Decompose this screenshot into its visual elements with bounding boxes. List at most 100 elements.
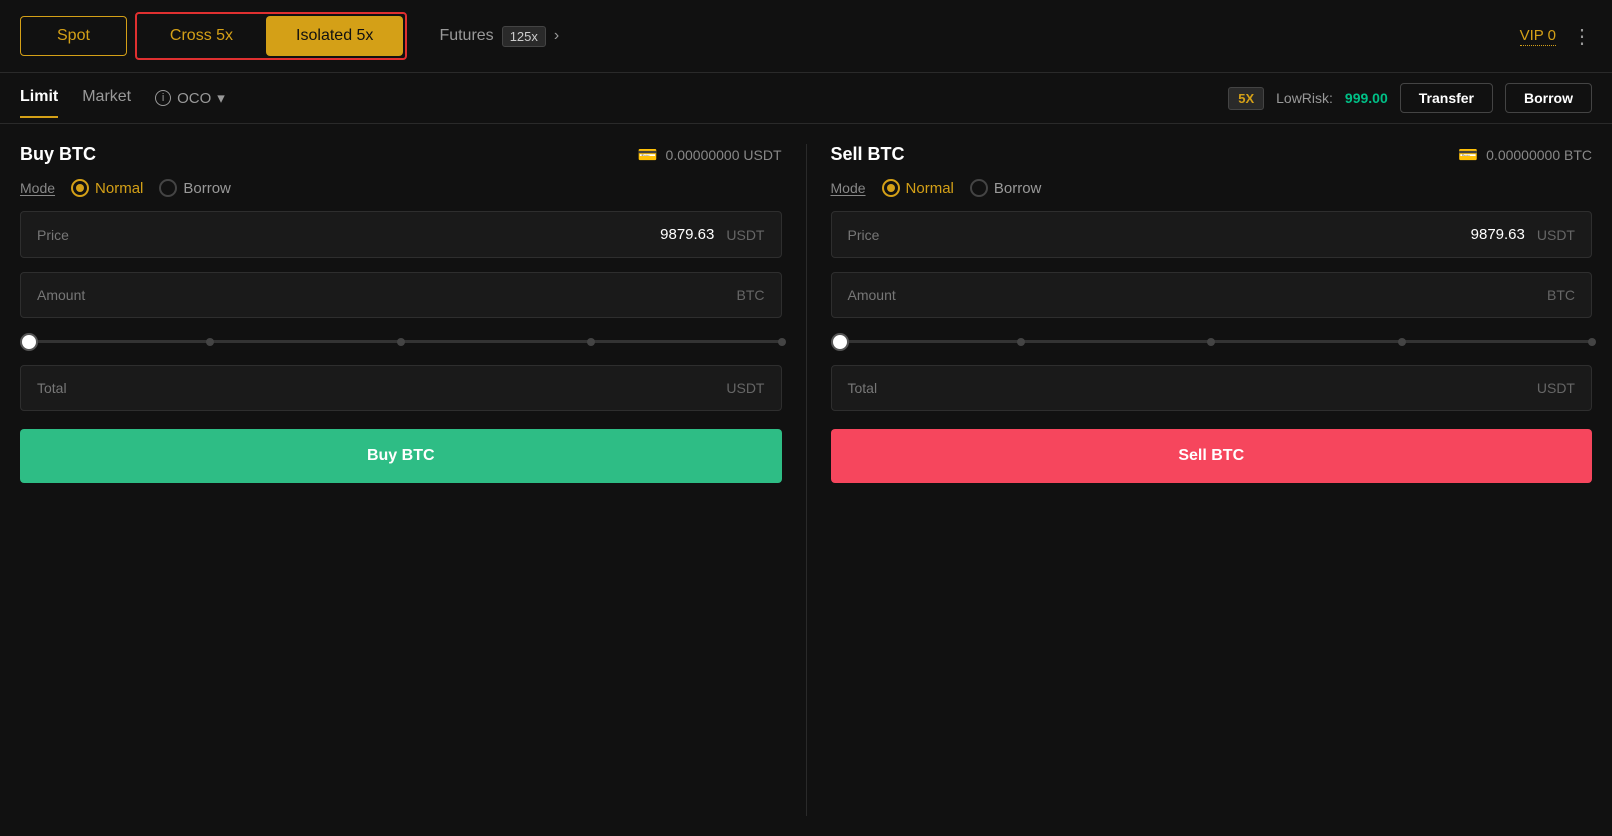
order-type-limit[interactable]: Limit — [20, 88, 58, 118]
sell-total-currency: USDT — [1537, 380, 1575, 396]
sell-total-right: USDT — [1537, 380, 1575, 396]
sell-price-label: Price — [848, 227, 880, 243]
tab-bar-right: VIP 0 ⋮ — [1520, 24, 1592, 49]
sell-amount-currency: BTC — [1547, 287, 1575, 303]
sell-balance-info: 💳 0.00000000 BTC — [1458, 145, 1592, 165]
sell-slider-dot-1 — [1017, 338, 1025, 346]
tab-futures-group: Futures 125x › — [439, 26, 559, 47]
order-bar: Limit Market i OCO ▾ 5X LowRisk: 999.00 … — [0, 73, 1612, 124]
oco-button[interactable]: i OCO ▾ — [155, 89, 225, 117]
leverage-badge[interactable]: 5X — [1228, 87, 1264, 110]
buy-mode-label: Mode — [20, 180, 55, 196]
tab-group-margin: Cross 5x Isolated 5x — [135, 12, 408, 60]
buy-price-currency: USDT — [726, 227, 764, 243]
buy-mode-normal-label: Normal — [95, 180, 143, 197]
sell-panel: Sell BTC 💳 0.00000000 BTC Mode Normal Bo… — [831, 144, 1593, 816]
tab-cross[interactable]: Cross 5x — [139, 16, 264, 56]
buy-slider-dot-3 — [587, 338, 595, 346]
sell-slider-dot-2 — [1207, 338, 1215, 346]
futures-arrow-icon[interactable]: › — [554, 27, 559, 45]
buy-panel: Buy BTC 💳 0.00000000 USDT Mode Normal Bo… — [20, 144, 782, 816]
sell-panel-header: Sell BTC 💳 0.00000000 BTC — [831, 144, 1593, 165]
futures-leverage-badge[interactable]: 125x — [502, 26, 546, 47]
buy-panel-title: Buy BTC — [20, 144, 96, 165]
sell-amount-field[interactable]: Amount BTC — [831, 272, 1593, 318]
futures-label: Futures — [439, 27, 493, 45]
buy-price-right: 9879.63 USDT — [660, 226, 764, 243]
sell-slider[interactable] — [831, 332, 1593, 351]
buy-mode-borrow-label: Borrow — [183, 180, 231, 197]
buy-balance-value: 0.00000000 USDT — [666, 147, 782, 163]
sell-wallet-icon: 💳 — [1458, 145, 1478, 165]
buy-amount-right: BTC — [737, 287, 765, 303]
buy-slider-dot-1 — [206, 338, 214, 346]
sell-price-currency: USDT — [1537, 227, 1575, 243]
lowrisk-label: LowRisk: — [1276, 90, 1333, 106]
sell-total-label: Total — [848, 380, 878, 396]
buy-amount-field[interactable]: Amount BTC — [20, 272, 782, 318]
sell-slider-dot-3 — [1398, 338, 1406, 346]
tab-group-left: Spot Cross 5x Isolated 5x — [20, 12, 407, 60]
sell-mode-normal-radio[interactable] — [882, 179, 900, 197]
sell-button[interactable]: Sell BTC — [831, 429, 1593, 483]
sell-price-right: 9879.63 USDT — [1471, 226, 1575, 243]
buy-mode-normal-radio[interactable] — [71, 179, 89, 197]
buy-total-label: Total — [37, 380, 67, 396]
buy-mode-normal-dot — [76, 184, 84, 192]
buy-price-field[interactable]: Price 9879.63 USDT — [20, 211, 782, 258]
buy-amount-label: Amount — [37, 287, 85, 303]
oco-label: OCO — [177, 90, 211, 107]
sell-amount-right: BTC — [1547, 287, 1575, 303]
sell-amount-label: Amount — [848, 287, 896, 303]
sell-mode-normal-label: Normal — [906, 180, 954, 197]
sell-mode-label: Mode — [831, 180, 866, 196]
buy-slider-thumb[interactable] — [20, 333, 38, 351]
order-bar-right: 5X LowRisk: 999.00 Transfer Borrow — [1228, 83, 1592, 123]
oco-dropdown-icon: ▾ — [217, 89, 225, 107]
tab-bar: Spot Cross 5x Isolated 5x Futures 125x ›… — [0, 0, 1612, 73]
panel-divider — [806, 144, 807, 816]
buy-button[interactable]: Buy BTC — [20, 429, 782, 483]
buy-panel-header: Buy BTC 💳 0.00000000 USDT — [20, 144, 782, 165]
buy-slider-dot-4 — [778, 338, 786, 346]
sell-balance-value: 0.00000000 BTC — [1486, 147, 1592, 163]
buy-mode-borrow[interactable]: Borrow — [159, 179, 231, 197]
trading-area: Buy BTC 💳 0.00000000 USDT Mode Normal Bo… — [0, 124, 1612, 836]
sell-mode-normal-dot — [887, 184, 895, 192]
buy-mode-borrow-radio[interactable] — [159, 179, 177, 197]
lowrisk-value: 999.00 — [1345, 90, 1388, 106]
buy-slider-dot-2 — [397, 338, 405, 346]
sell-price-value: 9879.63 — [1471, 226, 1525, 243]
buy-mode-normal[interactable]: Normal — [71, 179, 143, 197]
buy-slider-track — [20, 340, 782, 343]
buy-total-field[interactable]: Total USDT — [20, 365, 782, 411]
sell-price-field[interactable]: Price 9879.63 USDT — [831, 211, 1593, 258]
buy-slider[interactable] — [20, 332, 782, 351]
transfer-button[interactable]: Transfer — [1400, 83, 1493, 113]
tab-isolated[interactable]: Isolated 5x — [266, 16, 403, 56]
sell-mode-borrow-label: Borrow — [994, 180, 1042, 197]
sell-mode-normal[interactable]: Normal — [882, 179, 954, 197]
tab-spot[interactable]: Spot — [20, 16, 127, 56]
sell-mode-borrow-radio[interactable] — [970, 179, 988, 197]
buy-total-right: USDT — [726, 380, 764, 396]
sell-panel-title: Sell BTC — [831, 144, 905, 165]
order-type-market[interactable]: Market — [82, 88, 131, 118]
sell-total-field[interactable]: Total USDT — [831, 365, 1593, 411]
buy-price-value: 9879.63 — [660, 226, 714, 243]
sell-slider-thumb[interactable] — [831, 333, 849, 351]
buy-mode-row: Mode Normal Borrow — [20, 179, 782, 197]
buy-total-currency: USDT — [726, 380, 764, 396]
oco-info-icon: i — [155, 90, 171, 106]
sell-mode-borrow[interactable]: Borrow — [970, 179, 1042, 197]
buy-balance-info: 💳 0.00000000 USDT — [638, 145, 782, 165]
more-icon[interactable]: ⋮ — [1572, 24, 1592, 49]
buy-amount-currency: BTC — [737, 287, 765, 303]
borrow-button[interactable]: Borrow — [1505, 83, 1592, 113]
sell-slider-track — [831, 340, 1593, 343]
vip-label[interactable]: VIP 0 — [1520, 27, 1556, 46]
sell-mode-row: Mode Normal Borrow — [831, 179, 1593, 197]
sell-slider-dot-4 — [1588, 338, 1596, 346]
buy-price-label: Price — [37, 227, 69, 243]
wallet-icon: 💳 — [638, 145, 658, 165]
